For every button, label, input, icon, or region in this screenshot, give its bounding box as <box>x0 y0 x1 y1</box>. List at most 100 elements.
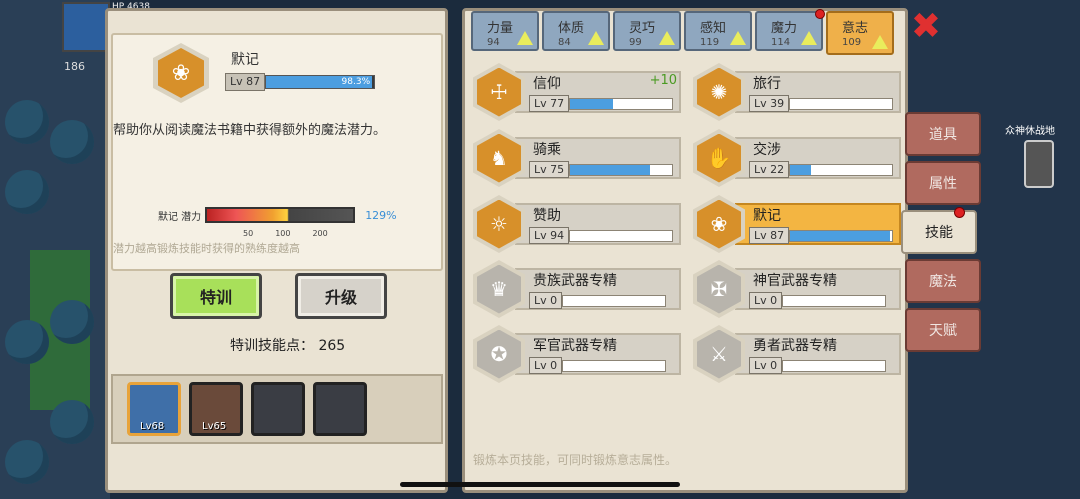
skill-progress-fill <box>790 230 891 241</box>
potential-tick: 200 <box>312 229 328 238</box>
skill-level: Lv 22 <box>749 161 790 178</box>
skill-item[interactable]: ⚔ 勇者武器专精 Lv 0 <box>693 325 905 383</box>
skill-description: 帮助你从阅读魔法书籍中获得额外的魔法潜力。 <box>113 123 387 138</box>
skill-level: Lv 77 <box>529 95 570 112</box>
tab-value: 84 <box>558 37 571 48</box>
tab-value: 99 <box>629 37 642 48</box>
side-menu-label: 技能 <box>925 225 953 241</box>
tab-label: 感知 <box>700 21 727 36</box>
skill-name: 信仰 <box>533 76 561 92</box>
phone-icon[interactable] <box>1024 140 1054 188</box>
skill-level: Lv 0 <box>529 292 563 309</box>
skill-level: Lv 39 <box>749 95 790 112</box>
skills-panel: 力量 94 体质 84 灵巧 99 感知 119 魔力 114 意志 109 ☩ 信仰 +10 L… <box>462 8 908 493</box>
side-menu-magic[interactable]: 魔法 <box>905 259 981 303</box>
potential-tick: 50 <box>243 229 254 238</box>
party-slot-level: Lv68 <box>140 421 165 432</box>
detail-level: Lv 87 <box>225 73 266 91</box>
party-slot-empty[interactable] <box>313 382 367 436</box>
skill-name: 贵族武器专精 <box>533 273 617 289</box>
upgrade-button[interactable]: 升级 <box>295 273 387 319</box>
upgrade-arrow-icon <box>588 31 604 45</box>
skill-level-row: Lv 0 <box>529 292 667 309</box>
skill-progress-track <box>562 359 667 372</box>
party-bar: Lv68 Lv65 <box>111 374 443 444</box>
upgrade-arrow-icon <box>517 31 533 45</box>
training-points: 特训技能点： 265 <box>230 338 346 354</box>
tab-value: 119 <box>700 37 720 48</box>
party-slot-empty[interactable] <box>251 382 305 436</box>
skill-progress-fill <box>570 98 613 109</box>
detail-progress-text: 98.3% <box>341 77 371 87</box>
side-menu-talent[interactable]: 天赋 <box>905 308 981 352</box>
skill-progress-fill <box>790 164 811 175</box>
brain-icon: ❀ <box>153 43 209 103</box>
skill-item[interactable]: ✺ 旅行 Lv 39 <box>693 63 905 121</box>
skill-name: 旅行 <box>753 76 781 92</box>
side-menu-attributes[interactable]: 属性 <box>905 161 981 205</box>
skill-item[interactable]: ♛ 贵族武器专精 Lv 0 <box>473 260 685 318</box>
skill-name: 骑乘 <box>533 142 561 158</box>
skill-progress-track <box>789 97 894 110</box>
skill-level-row: Lv 39 <box>749 95 894 112</box>
tab-label: 魔力 <box>771 21 798 36</box>
skill-level-row: Lv 75 <box>529 161 674 178</box>
tab-label: 体质 <box>558 21 585 36</box>
skill-detail-card: ❀ 默记 Lv 87 98.3% 帮助你从阅读魔法书籍中获得额外的魔法潜力。 默… <box>111 33 443 271</box>
skill-level: Lv 0 <box>749 292 783 309</box>
side-menu-items[interactable]: 道具 <box>905 112 981 156</box>
skill-progress-track <box>782 294 887 307</box>
party-slot[interactable]: Lv65 <box>189 382 243 436</box>
skill-bonus: +10 <box>649 73 677 88</box>
side-menu-skills[interactable]: 技能 <box>901 207 977 254</box>
skill-name: 勇者武器专精 <box>753 338 837 354</box>
level-badge: 186 <box>64 60 85 73</box>
skill-level-row: Lv 22 <box>749 161 894 178</box>
tab-label: 力量 <box>487 21 514 36</box>
tab-label: 意志 <box>842 21 869 36</box>
attribute-tabs: 力量 94 体质 84 灵巧 99 感知 119 魔力 114 意志 109 <box>471 9 894 55</box>
tab-dexterity[interactable]: 灵巧 99 <box>613 11 681 51</box>
skill-level-row: Lv 0 <box>749 292 887 309</box>
upgrade-arrow-icon <box>872 35 888 49</box>
skill-name: 交涉 <box>753 142 781 158</box>
potential-tick: 100 <box>275 229 291 238</box>
tab-will[interactable]: 意志 109 <box>826 11 894 55</box>
skill-progress-fill <box>570 164 650 175</box>
upgrade-arrow-icon <box>659 31 675 45</box>
tab-value: 109 <box>842 37 862 48</box>
skill-progress-track <box>569 163 674 176</box>
train-button[interactable]: 特训 <box>170 273 262 319</box>
party-slot[interactable]: Lv68 <box>127 382 181 436</box>
potential-label: 默记 潜力 <box>158 211 202 223</box>
player-avatar[interactable] <box>62 2 110 52</box>
skill-item[interactable]: ✠ 神官武器专精 Lv 0 <box>693 260 905 318</box>
skill-item[interactable]: ✪ 军官武器专精 Lv 0 <box>473 325 685 383</box>
notification-dot <box>815 9 825 19</box>
skill-item[interactable]: ❀ 默记 Lv 87 <box>693 195 905 253</box>
detail-skill-name: 默记 <box>231 52 259 68</box>
skill-item[interactable]: ☩ 信仰 +10 Lv 77 <box>473 63 685 121</box>
skill-progress-track <box>789 163 894 176</box>
skill-item[interactable]: ✋ 交涉 Lv 22 <box>693 129 905 187</box>
tab-constitution[interactable]: 体质 84 <box>542 11 610 51</box>
tab-perception[interactable]: 感知 119 <box>684 11 752 51</box>
skill-item[interactable]: ☼ 赞助 Lv 94 <box>473 195 685 253</box>
skill-level-row: Lv 94 <box>529 227 674 244</box>
potential-percent: 129% <box>365 208 397 222</box>
skill-progress-track <box>562 294 667 307</box>
potential-ticks: 50 100 200 <box>243 229 328 238</box>
skill-progress-track <box>569 97 674 110</box>
tab-magic[interactable]: 魔力 114 <box>755 9 825 51</box>
upgrade-arrow-icon <box>801 31 817 45</box>
tab-strength[interactable]: 力量 94 <box>471 11 539 51</box>
close-icon[interactable]: ✖ <box>909 9 943 46</box>
skill-level: Lv 0 <box>529 357 563 374</box>
skill-progress-track <box>789 229 894 242</box>
detail-progress-track: 98.3% <box>265 75 376 89</box>
footer-hint: 锻炼本页技能，可同时锻炼意志属性。 <box>473 453 678 467</box>
skill-progress-track <box>569 229 674 242</box>
skill-item[interactable]: ♞ 骑乘 Lv 75 <box>473 129 685 187</box>
skill-level-row: Lv 87 <box>749 227 894 244</box>
skill-progress-track <box>782 359 887 372</box>
